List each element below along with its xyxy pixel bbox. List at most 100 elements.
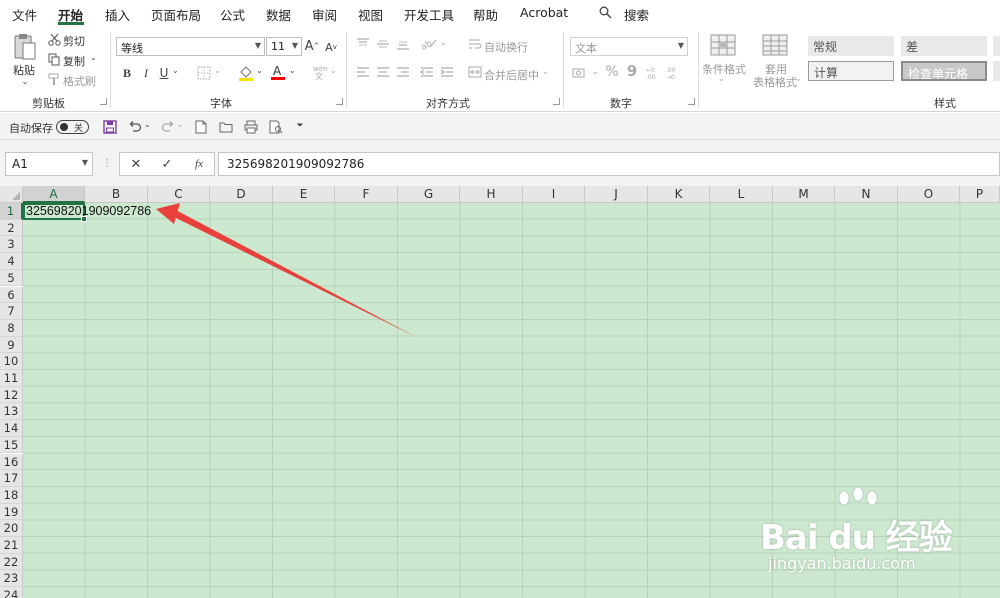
font-size-dropdown[interactable]: 11 ▼ <box>266 37 302 56</box>
table-format-icon[interactable] <box>762 34 788 58</box>
format-painter-icon[interactable] <box>47 72 61 86</box>
percent-button[interactable]: % <box>605 64 619 80</box>
tab-formulas[interactable]: 公式 <box>220 5 245 24</box>
row-header-17[interactable]: 17 <box>0 470 23 487</box>
column-header-g[interactable]: G <box>398 186 460 203</box>
row-header-18[interactable]: 18 <box>0 486 23 504</box>
row-header-11[interactable]: 11 <box>0 370 23 387</box>
paste-button[interactable]: 粘贴 <box>13 62 35 78</box>
tab-data[interactable]: 数据 <box>266 5 291 24</box>
number-format-dropdown[interactable]: 文本 ▼ <box>570 37 688 56</box>
grow-font-button[interactable]: A ^ <box>305 38 320 54</box>
row-header-8[interactable]: 8 <box>0 319 23 337</box>
redo-icon[interactable] <box>160 119 175 134</box>
column-header-p[interactable]: P <box>960 186 1000 203</box>
cancel-entry-button[interactable]: ✕ <box>129 157 143 171</box>
row-header-2[interactable]: 2 <box>0 219 23 237</box>
increase-indent-icon[interactable] <box>440 66 454 78</box>
column-header-o[interactable]: O <box>898 186 960 203</box>
row-header-9[interactable]: 9 <box>0 336 23 354</box>
insert-function-button[interactable]: fx <box>192 157 206 171</box>
tab-file[interactable]: 文件 <box>12 5 37 24</box>
column-header-b[interactable]: B <box>85 186 148 203</box>
bold-button[interactable]: B <box>120 65 134 81</box>
row-header-7[interactable]: 7 <box>0 303 23 320</box>
row-header-16[interactable]: 16 <box>0 453 23 471</box>
column-header-i[interactable]: I <box>523 186 585 203</box>
style-calculation[interactable]: 计算 <box>808 61 894 81</box>
chevron-down-icon[interactable]: ⌄ <box>256 67 263 75</box>
column-header-m[interactable]: M <box>773 186 835 203</box>
select-all-button[interactable] <box>0 186 23 203</box>
customize-qat-icon[interactable]: ⏷ <box>294 119 306 134</box>
row-header-21[interactable]: 21 <box>0 537 23 554</box>
column-header-k[interactable]: K <box>648 186 710 203</box>
chevron-down-icon[interactable]: ⌄ <box>542 68 549 76</box>
row-header-10[interactable]: 10 <box>0 353 23 370</box>
row-header-24[interactable]: 24 <box>0 587 23 598</box>
merge-center-icon[interactable] <box>468 65 482 79</box>
style-normal[interactable]: 常规 <box>808 36 894 56</box>
align-center-icon[interactable] <box>376 66 390 78</box>
column-header-n[interactable]: N <box>835 186 898 203</box>
row-header-14[interactable]: 14 <box>0 420 23 437</box>
table-format-button-line2[interactable]: 表格格式 <box>753 74 797 90</box>
align-middle-icon[interactable] <box>376 38 390 50</box>
style-overflow-1[interactable] <box>993 36 1000 56</box>
search-label[interactable]: 搜索 <box>624 5 649 24</box>
new-file-icon[interactable] <box>194 119 208 134</box>
chevron-down-icon[interactable]: ⌄ <box>330 67 337 75</box>
copy-button[interactable]: 复制 <box>63 53 85 69</box>
merge-center-button[interactable]: 合并后居中 <box>484 67 539 83</box>
chevron-down-icon[interactable]: ⌄ <box>289 67 296 75</box>
tab-developer[interactable]: 开发工具 <box>404 5 454 24</box>
tab-insert[interactable]: 插入 <box>105 5 130 24</box>
phonetic-icon[interactable]: wén 文 <box>312 64 328 80</box>
column-header-l[interactable]: L <box>710 186 773 203</box>
chevron-down-icon[interactable]: ⌄ <box>20 78 30 86</box>
row-header-13[interactable]: 13 <box>0 403 23 421</box>
conditional-format-icon[interactable] <box>710 34 736 58</box>
border-icon[interactable] <box>196 65 212 81</box>
comma-style-button[interactable]: 9 <box>626 63 638 79</box>
decrease-decimal-icon[interactable]: .00 →0 <box>666 64 682 80</box>
number-launcher-icon[interactable] <box>688 98 695 105</box>
underline-button[interactable]: U <box>158 65 170 81</box>
tab-help[interactable]: 帮助 <box>473 5 498 24</box>
chevron-down-icon[interactable]: ⌄ <box>177 121 184 129</box>
style-check-cell[interactable]: 检查单元格 <box>901 61 987 81</box>
column-header-f[interactable]: F <box>335 186 398 203</box>
shrink-font-button[interactable]: Av <box>325 39 337 55</box>
print-preview-icon[interactable] <box>268 119 283 134</box>
cut-button[interactable]: 剪切 <box>63 33 85 49</box>
search-icon[interactable] <box>598 5 612 19</box>
font-name-dropdown[interactable]: 等线 ▼ <box>116 37 265 56</box>
row-header-22[interactable]: 22 <box>0 553 23 571</box>
wrap-text-icon[interactable] <box>468 37 482 51</box>
scissors-icon[interactable] <box>47 32 61 46</box>
row-header-3[interactable]: 3 <box>0 236 23 254</box>
row-header-5[interactable]: 5 <box>0 269 23 287</box>
row-header-12[interactable]: 12 <box>0 386 23 404</box>
tab-view[interactable]: 视图 <box>358 5 383 24</box>
save-icon[interactable] <box>102 119 117 134</box>
chevron-down-icon[interactable]: ⌄ <box>592 68 599 76</box>
chevron-down-icon[interactable]: ⌄ <box>90 54 97 62</box>
column-header-c[interactable]: C <box>148 186 210 203</box>
column-header-j[interactable]: J <box>585 186 648 203</box>
format-painter-button[interactable]: 格式刷 <box>63 73 96 89</box>
column-header-a[interactable]: A <box>23 186 85 203</box>
column-header-e[interactable]: E <box>273 186 335 203</box>
column-header-d[interactable]: D <box>210 186 273 203</box>
row-header-6[interactable]: 6 <box>0 286 23 304</box>
tab-page-layout[interactable]: 页面布局 <box>151 5 201 24</box>
accounting-format-icon[interactable] <box>572 66 588 80</box>
font-color-icon[interactable]: A <box>270 63 286 81</box>
style-bad[interactable]: 差 <box>901 36 987 56</box>
name-box[interactable]: A1 ▼ <box>5 152 93 176</box>
align-right-icon[interactable] <box>396 66 410 78</box>
wrap-text-button[interactable]: 自动换行 <box>484 39 528 55</box>
row-header-4[interactable]: 4 <box>0 253 23 270</box>
undo-icon[interactable] <box>127 119 142 134</box>
formula-input[interactable]: 325698201909092786 <box>218 152 1000 176</box>
